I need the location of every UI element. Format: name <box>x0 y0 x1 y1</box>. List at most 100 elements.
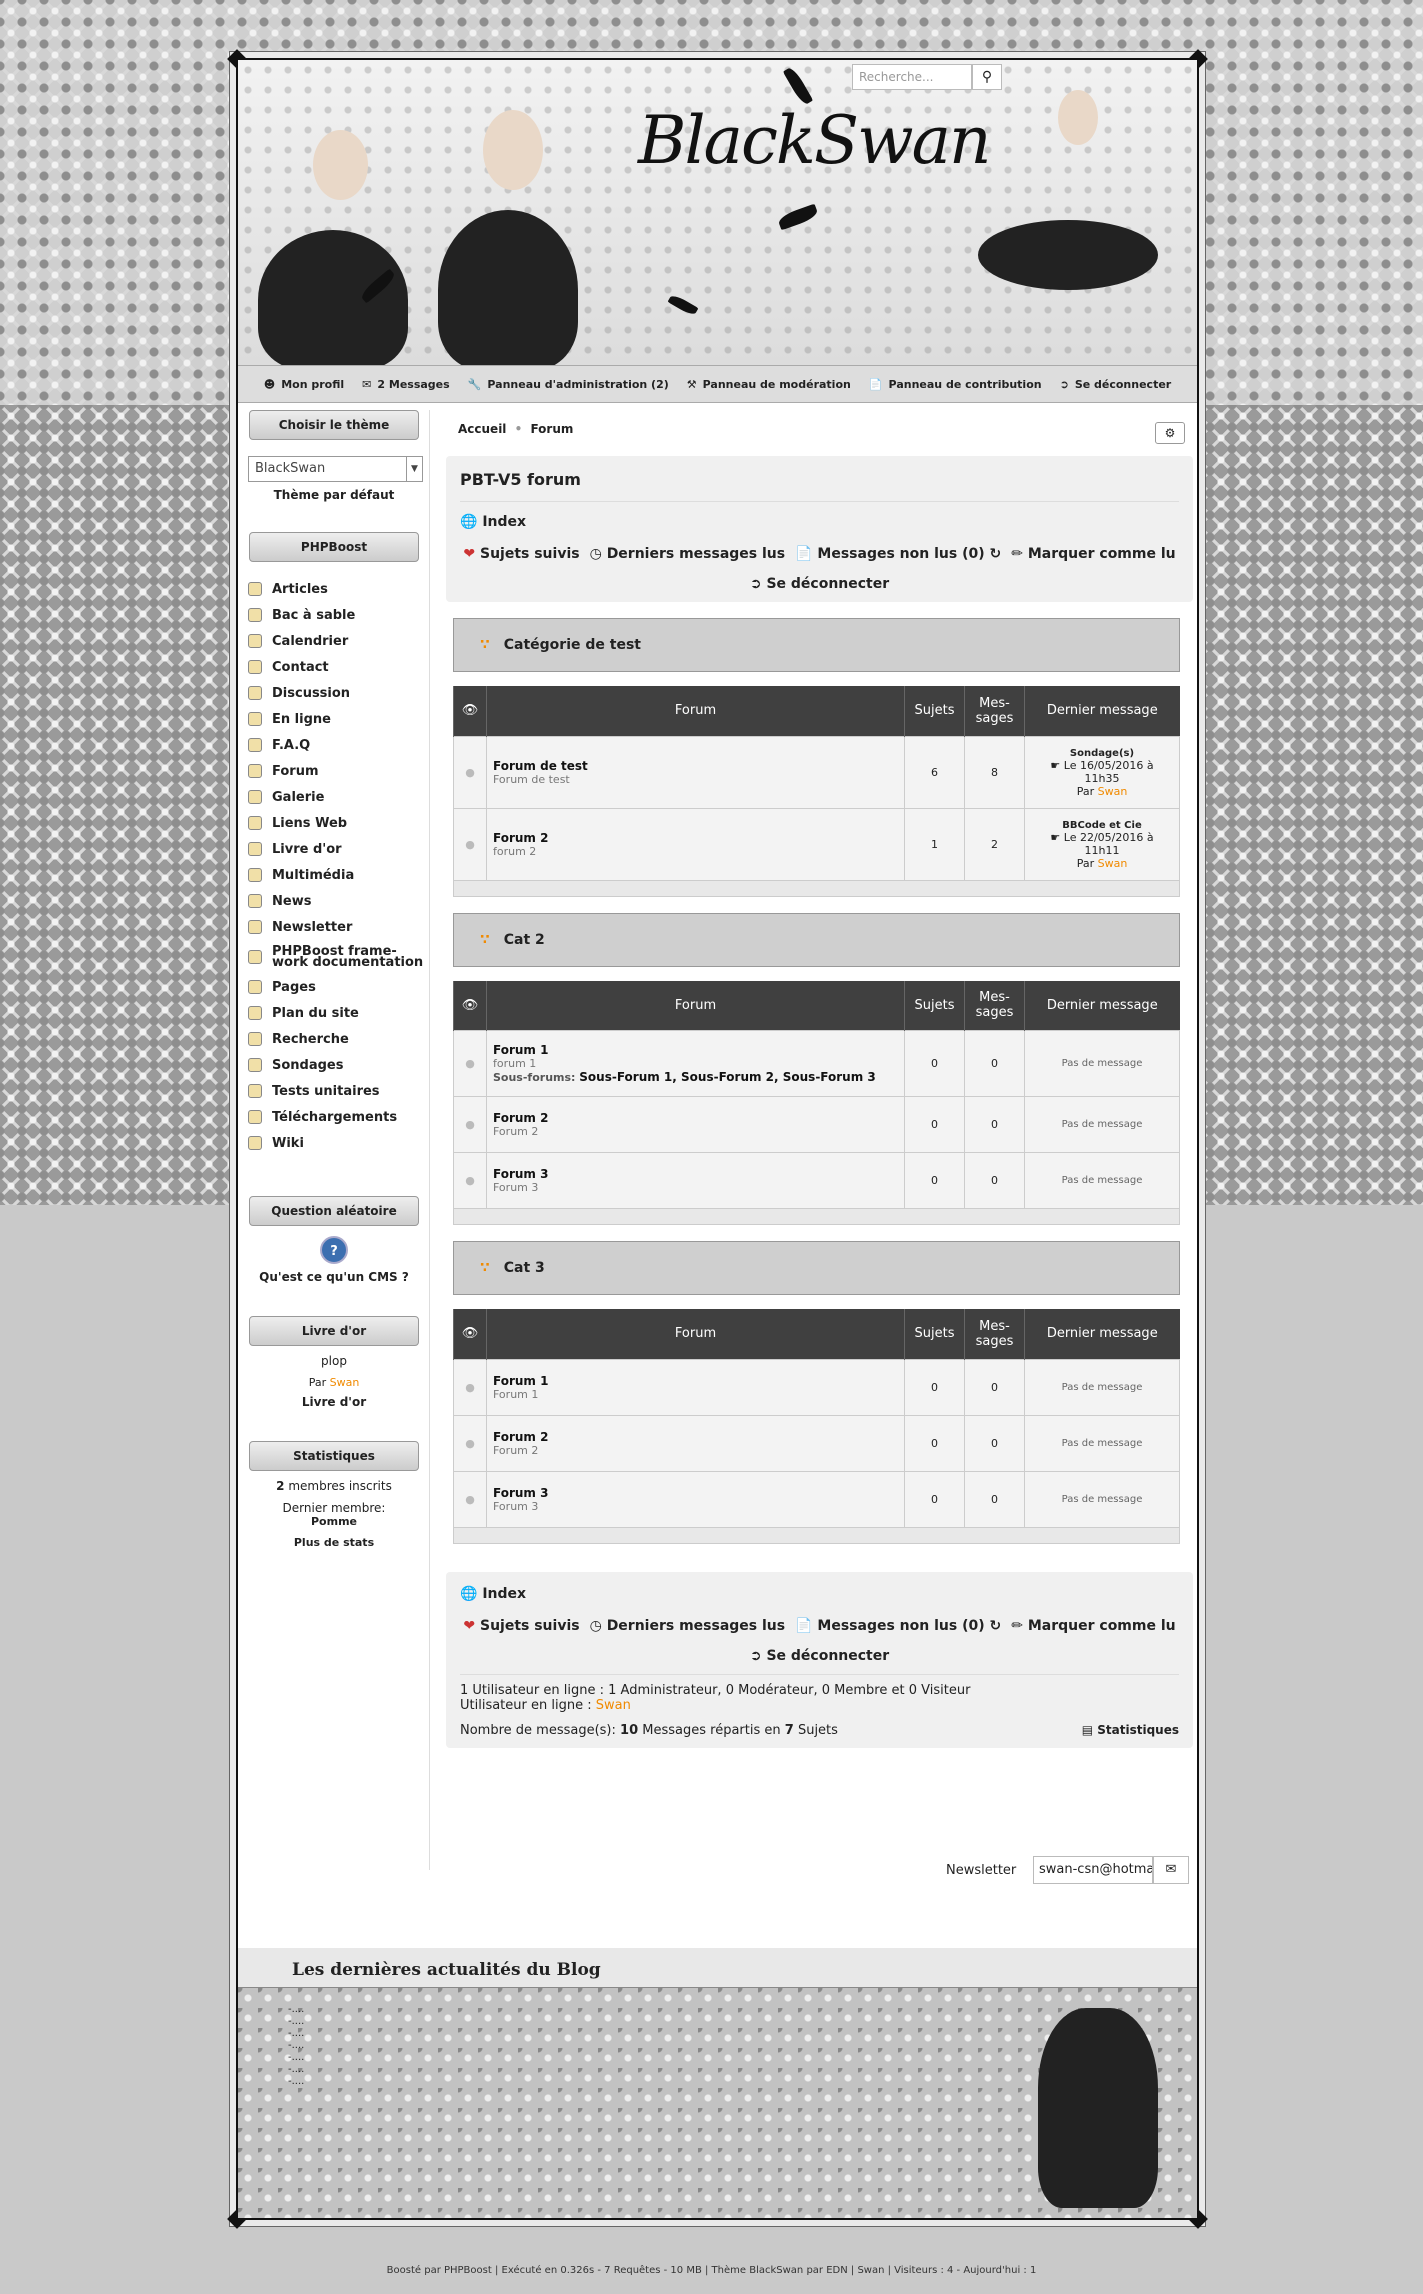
forum-link[interactable]: Forum de test <box>493 759 588 773</box>
menu-link-calendar[interactable]: Calendrier <box>248 628 426 654</box>
category-header[interactable]: ∵ Catégorie de test <box>453 618 1180 672</box>
statistics-link[interactable]: ▤ Statistiques <box>1082 1723 1179 1738</box>
menu-item-messages[interactable]: ✉ 2 Messages <box>362 378 450 391</box>
forum-icon <box>248 764 262 778</box>
subforum-links[interactable]: Sous-Forum 1, Sous-Forum 2, Sous-Forum 3 <box>579 1070 875 1084</box>
menu-link-sandbox[interactable]: Bac à sable <box>248 602 426 628</box>
table-row: ● Forum 3 Forum 3 0 0 Pas de message <box>453 1470 1180 1528</box>
guestbook-author[interactable]: Swan <box>330 1376 360 1389</box>
eraser-icon: ✏ <box>1011 546 1023 562</box>
list-item[interactable]: -.... <box>288 2028 304 2040</box>
menu-link-wiki[interactable]: Wiki <box>248 1130 426 1156</box>
last-message-link[interactable]: Sondage(s) <box>1070 748 1134 759</box>
menu-link-online[interactable]: En ligne <box>248 706 426 732</box>
menu-link-gallery[interactable]: Galerie <box>248 784 426 810</box>
menu-link-discussion[interactable]: Discussion <box>248 680 426 706</box>
menu-link-unit-tests[interactable]: Tests unitaires <box>248 1078 426 1104</box>
table-row: ● Forum 2 Forum 2 0 0 Pas de message <box>453 1096 1180 1153</box>
menu-link-search[interactable]: Recherche <box>248 1026 426 1052</box>
search-button[interactable]: ⚲ <box>972 64 1002 90</box>
last-read-link[interactable]: ◷ Derniers messages lus <box>590 546 786 562</box>
menu-link-framework-doc[interactable]: PHPBoost frame-work documentation <box>248 940 426 974</box>
random-question-text[interactable]: Qu'est ce qu'un CMS ? <box>242 1270 426 1284</box>
site-logo[interactable]: BlackSwan <box>638 102 991 179</box>
online-user-link[interactable]: Swan <box>596 1698 631 1713</box>
mark-as-read-link[interactable]: ✏ Marquer comme lu <box>1011 1618 1175 1634</box>
last-member[interactable]: Pomme <box>242 1515 426 1528</box>
default-theme-link[interactable]: Thème par défaut <box>242 488 426 502</box>
newsletter-icon <box>248 920 262 934</box>
newsletter-subscribe-button[interactable]: ✉ <box>1153 1856 1189 1884</box>
forum-link[interactable]: Forum 3 <box>493 1167 548 1181</box>
menu-link-news[interactable]: News <box>248 888 426 914</box>
menu-item-contribution-panel[interactable]: 📄 Panneau de contribution <box>869 378 1042 391</box>
refresh-icon: ↻ <box>989 1617 1002 1634</box>
menu-link-articles[interactable]: Articles <box>248 576 426 602</box>
forum-logout-link[interactable]: ➲ Se déconnecter <box>460 1648 1179 1664</box>
rss-icon: ∵ <box>480 637 490 653</box>
guestbook-title: Livre d'or <box>249 1316 419 1346</box>
hand-right-icon: ☛ <box>1050 831 1061 844</box>
settings-button[interactable]: ⚙ <box>1155 422 1185 444</box>
calendar-icon <box>248 634 262 648</box>
menu-link-guestbook[interactable]: Livre d'or <box>248 836 426 862</box>
forum-link[interactable]: Forum 2 <box>493 1430 548 1444</box>
guestbook-link[interactable]: Livre d'or <box>242 1395 426 1409</box>
category-header[interactable]: ∵ Cat 3 <box>453 1241 1180 1295</box>
followed-topics-link[interactable]: ❤ Sujets suivis <box>463 1618 579 1634</box>
forum-link[interactable]: Forum 2 <box>493 1111 548 1125</box>
unread-messages-link[interactable]: 📄 Messages non lus (0) ↻ <box>795 1618 1001 1634</box>
menu-item-moderation-panel[interactable]: ⚒ Panneau de modération <box>687 378 851 391</box>
menu-link-weblinks[interactable]: Liens Web <box>248 810 426 836</box>
followed-topics-link[interactable]: ❤ Sujets suivis <box>463 546 579 562</box>
menu-link-polls[interactable]: Sondages <box>248 1052 426 1078</box>
menu-link-pages[interactable]: Pages <box>248 974 426 1000</box>
blog-news-section: Les dernières actualités du Blog -.... -… <box>238 1948 1197 2218</box>
menu-item-profile[interactable]: ☻ Mon profil <box>264 378 344 391</box>
menu-link-newsletter[interactable]: Newsletter <box>248 914 426 940</box>
signout-icon: ➲ <box>749 576 762 592</box>
forum-index-link[interactable]: 🌐 Index <box>460 1586 1179 1602</box>
list-item[interactable]: -.... <box>288 2052 304 2064</box>
menu-link-downloads[interactable]: Téléchargements <box>248 1104 426 1130</box>
newsletter-email-input[interactable]: swan-csn@hotma <box>1033 1856 1153 1884</box>
last-message-link[interactable]: BBCode et Cie <box>1062 820 1141 831</box>
forum-index-link[interactable]: 🌐 Index <box>460 514 1179 530</box>
mark-as-read-link[interactable]: ✏ Marquer comme lu <box>1011 546 1175 562</box>
forum-logout-link[interactable]: ➲ Se déconnecter <box>460 576 1179 592</box>
menu-item-admin-panel[interactable]: 🔧 Panneau d'administration (2) <box>468 378 669 391</box>
list-item[interactable]: -.... <box>288 2016 304 2028</box>
forum-link[interactable]: Forum 1 <box>493 1043 548 1057</box>
forum-status-icon: ● <box>453 1152 487 1209</box>
category-header[interactable]: ∵ Cat 2 <box>453 912 1180 967</box>
menu-link-forum[interactable]: Forum <box>248 758 426 784</box>
menu-link-sitemap[interactable]: Plan du site <box>248 1000 426 1026</box>
unread-messages-link[interactable]: 📄 Messages non lus (0) ↻ <box>795 546 1001 562</box>
menu-item-logout[interactable]: ➲ Se déconnecter <box>1060 378 1172 391</box>
hand-right-icon: ☛ <box>1050 759 1061 772</box>
search-input[interactable]: Recherche... <box>852 64 972 90</box>
globe-icon: 🌐 <box>460 514 478 530</box>
menu-link-contact[interactable]: Contact <box>248 654 426 680</box>
articles-icon <box>248 582 262 596</box>
site-header-banner: BlackSwan Recherche... ⚲ <box>238 60 1197 365</box>
breadcrumb-home[interactable]: Accueil <box>458 422 506 436</box>
file-icon: 📄 <box>795 546 813 562</box>
breadcrumb: Accueil • Forum <box>458 422 574 436</box>
list-item[interactable]: -.... <box>288 2004 304 2016</box>
forum-link[interactable]: Forum 1 <box>493 1374 548 1388</box>
list-item[interactable]: -.... <box>288 2064 304 2076</box>
more-stats-link[interactable]: Plus de stats <box>242 1536 426 1549</box>
last-read-link[interactable]: ◷ Derniers messages lus <box>590 1618 786 1634</box>
menu-link-faq[interactable]: F.A.Q <box>248 732 426 758</box>
message-count: Nombre de message(s): 10 Messages répart… <box>460 1722 838 1738</box>
modules-menu: Articles Bac à sable Calendrier Contact … <box>242 576 426 1156</box>
forum-link[interactable]: Forum 3 <box>493 1486 548 1500</box>
list-item[interactable]: -.... <box>288 2076 304 2088</box>
list-item[interactable]: -.... <box>288 2040 304 2052</box>
forum-status-icon: ● <box>453 1096 487 1153</box>
forum-link[interactable]: Forum 2 <box>493 831 548 845</box>
breadcrumb-current[interactable]: Forum <box>530 422 573 436</box>
menu-link-multimedia[interactable]: Multimédia <box>248 862 426 888</box>
theme-select[interactable]: BlackSwan ▼ <box>248 456 423 482</box>
